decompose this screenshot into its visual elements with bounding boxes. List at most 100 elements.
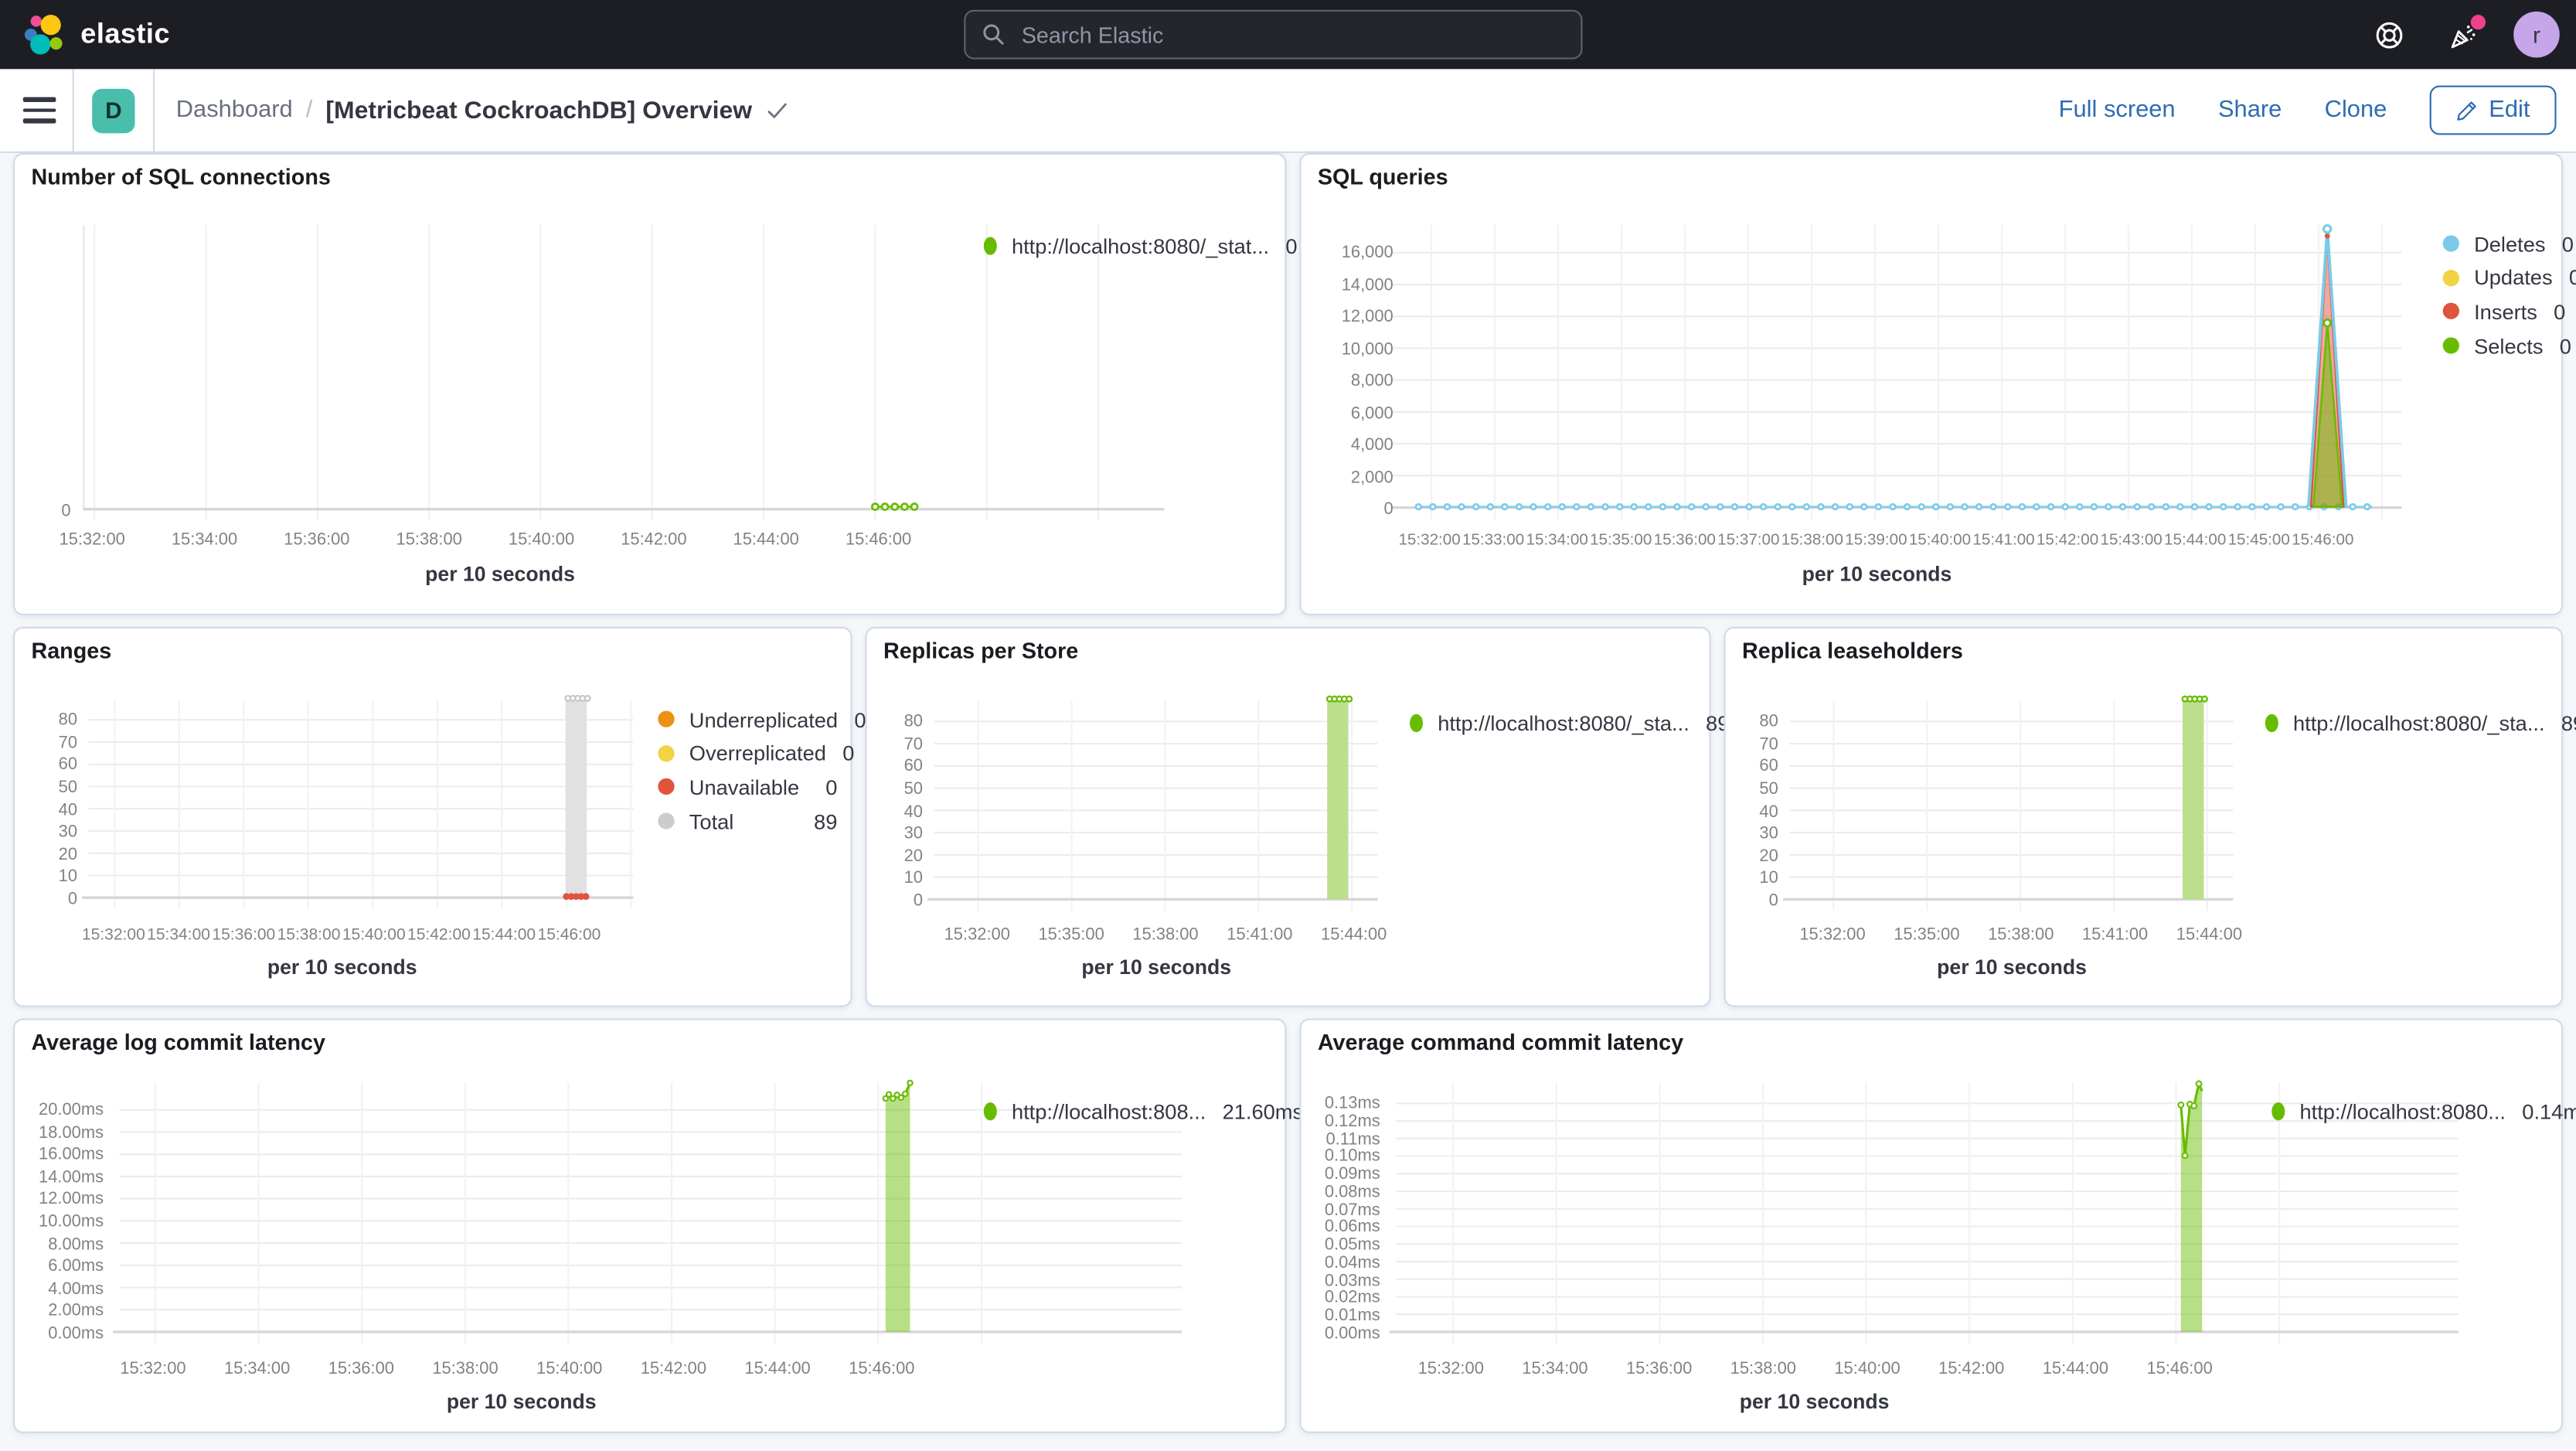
legend-item[interactable]: Updates 0 <box>2442 261 2576 295</box>
x-tick-label: 15:40:00 <box>536 1361 603 1379</box>
x-tick-label: 15:42:00 <box>621 531 687 550</box>
pencil-icon <box>2457 100 2476 120</box>
legend-item[interactable]: Total 89 <box>658 804 837 838</box>
legend-value: 0 <box>2561 231 2574 257</box>
legend-item[interactable]: Inserts 0 <box>2442 295 2565 329</box>
help-button[interactable] <box>2366 12 2412 58</box>
panel-average-command-commit-latency: Average command commit latency 0.13ms 0.1… <box>1299 1018 2576 1433</box>
chart-legend: http://localhost:808... 21.60ms <box>983 1094 1303 1128</box>
x-tick-label: 15:36:00 <box>212 926 276 945</box>
y-tick-label: 2,000 <box>1350 468 1393 488</box>
panel-sql-queries: SQL queries 16,000 14,000 12,000 10,000 8,00… <box>1299 152 2576 616</box>
legend-item[interactable]: http://localhost:8080... 0.14ms <box>2271 1094 2576 1128</box>
x-tick-label: 15:41:00 <box>1227 926 1293 945</box>
x-tick-label: 15:33:00 <box>1462 531 1525 550</box>
x-tick-label: 15:42:00 <box>407 926 471 945</box>
y-axis-ticks: 80 70 60 50 40 30 20 10 0 <box>28 712 78 909</box>
legend-item[interactable]: Underreplicated 0 <box>658 703 866 737</box>
y-tick-label: 20 <box>1759 847 1778 867</box>
legend-item[interactable]: http://localhost:8080/_stat... 0 <box>983 229 1298 263</box>
x-tick-label: 15:46:00 <box>537 926 601 945</box>
x-axis-label: per 10 seconds <box>1739 1390 1890 1414</box>
legend-item[interactable]: Selects 0 <box>2442 329 2571 363</box>
x-axis-label: per 10 seconds <box>1937 955 2087 979</box>
y-tick-label: 30 <box>903 825 924 844</box>
user-avatar[interactable]: r <box>2513 11 2560 58</box>
legend-value: 0 <box>842 741 855 766</box>
legend-item[interactable]: http://localhost:808... 21.60ms <box>983 1094 1303 1128</box>
dashboard-title: [Metricbeat CockroachDB] Overview <box>325 96 753 124</box>
share-button[interactable]: Share <box>2218 97 2282 124</box>
x-tick-label: 15:32:00 <box>1417 1361 1484 1379</box>
legend-color-dot <box>2271 1102 2285 1121</box>
breadcrumb-separator: / <box>305 97 313 124</box>
y-tick-label: 60 <box>903 758 924 777</box>
legend-value: 21.60ms <box>1222 1098 1304 1124</box>
y-tick-label: 6,000 <box>1350 404 1393 423</box>
legend-value: 0.14ms <box>2522 1098 2576 1124</box>
legend-item[interactable]: Overreplicated 0 <box>658 737 854 771</box>
replicas-per-store-chart[interactable] <box>867 628 1710 1005</box>
legend-label: Total <box>689 809 734 834</box>
legend-item[interactable]: Unavailable 0 <box>658 770 837 804</box>
breadcrumb-dashboard-link[interactable]: Dashboard <box>176 97 293 124</box>
y-tick-label: 12.00ms <box>39 1190 104 1210</box>
legend-item[interactable]: Deletes 0 <box>2442 227 2574 261</box>
x-tick-label: 15:43:00 <box>2100 531 2163 550</box>
y-tick-label: 60 <box>1759 758 1778 777</box>
x-tick-label: 15:34:00 <box>1526 531 1588 550</box>
x-tick-label: 15:46:00 <box>849 1361 915 1379</box>
x-tick-label: 15:44:00 <box>2164 531 2227 550</box>
dashboard-badge-cell: D <box>72 68 155 152</box>
dashboard-app-badge[interactable]: D <box>92 87 135 133</box>
y-tick-label: 10 <box>1759 870 1778 889</box>
y-tick-label: 10.00ms <box>39 1213 104 1232</box>
edit-button[interactable]: Edit <box>2429 85 2557 135</box>
y-tick-label: 50 <box>58 778 78 797</box>
clone-button[interactable]: Clone <box>2325 97 2387 124</box>
y-tick-label: 0.11ms <box>1325 1130 1380 1149</box>
legend-color-dot <box>983 1102 997 1121</box>
y-tick-label: 0.00ms <box>48 1325 104 1344</box>
replica-leaseholders-chart[interactable] <box>1726 628 2561 1005</box>
chart-legend: Deletes 0 Updates 0 Inserts 0 <box>2442 227 2576 363</box>
legend-label: Updates <box>2474 265 2553 291</box>
y-tick-label: 50 <box>1759 780 1778 799</box>
legend-label: Unavailable <box>689 775 800 800</box>
news-feed-button[interactable] <box>2439 12 2488 58</box>
x-axis-ticks: 15:32:00 15:34:00 15:36:00 15:38:00 15:40:00… <box>60 531 912 553</box>
y-tick-label: 16,000 <box>1341 244 1393 263</box>
menu-button[interactable] <box>22 97 56 124</box>
x-tick-label: 15:44:00 <box>2176 926 2243 945</box>
legend-label: http://localhost:8080/_stat... <box>1011 233 1270 258</box>
x-axis-label: per 10 seconds <box>1081 955 1232 979</box>
y-tick-label: 12,000 <box>1341 308 1393 327</box>
x-axis-label: per 10 seconds <box>446 1390 597 1414</box>
x-tick-label: 15:38:00 <box>1988 926 2054 945</box>
legend-item[interactable]: http://localhost:8080/_sta... 89 <box>2265 706 2576 740</box>
x-tick-label: 15:34:00 <box>171 531 238 550</box>
x-tick-label: 15:44:00 <box>2042 1361 2109 1379</box>
legend-color-dot <box>658 711 675 728</box>
x-tick-label: 15:38:00 <box>277 926 341 945</box>
legend-item[interactable]: http://localhost:8080/_sta... 89 <box>1410 706 1729 740</box>
elastic-logo[interactable]: elastic <box>23 12 170 56</box>
legend-color-dot <box>2442 235 2459 253</box>
y-tick-label: 18.00ms <box>39 1123 104 1143</box>
full-screen-button[interactable]: Full screen <box>2059 97 2176 124</box>
y-axis-ticks: 20.00ms 18.00ms 16.00ms 14.00ms 12.00ms 10.00… <box>28 1102 104 1344</box>
y-tick-label: 70 <box>1759 735 1778 754</box>
legend-label: Overreplicated <box>689 741 826 766</box>
x-tick-label: 15:34:00 <box>1522 1361 1588 1379</box>
search-input[interactable] <box>1018 20 1565 49</box>
y-tick-label: 40 <box>58 801 78 819</box>
toolbar-actions: Full screen Share Clone Edit <box>2059 85 2576 135</box>
chart-legend: http://localhost:8080/_sta... 89 <box>2265 706 2576 740</box>
y-tick-label: 0.13ms <box>1324 1095 1380 1113</box>
global-search[interactable] <box>964 9 1583 60</box>
x-tick-label: 15:44:00 <box>744 1361 811 1379</box>
life-ring-icon <box>2375 21 2402 48</box>
breadcrumb-current-title[interactable]: [Metricbeat CockroachDB] Overview <box>325 97 788 124</box>
legend-label: http://localhost:8080... <box>2299 1098 2506 1124</box>
chart-legend: http://localhost:8080/_sta... 89 <box>1410 706 1729 740</box>
